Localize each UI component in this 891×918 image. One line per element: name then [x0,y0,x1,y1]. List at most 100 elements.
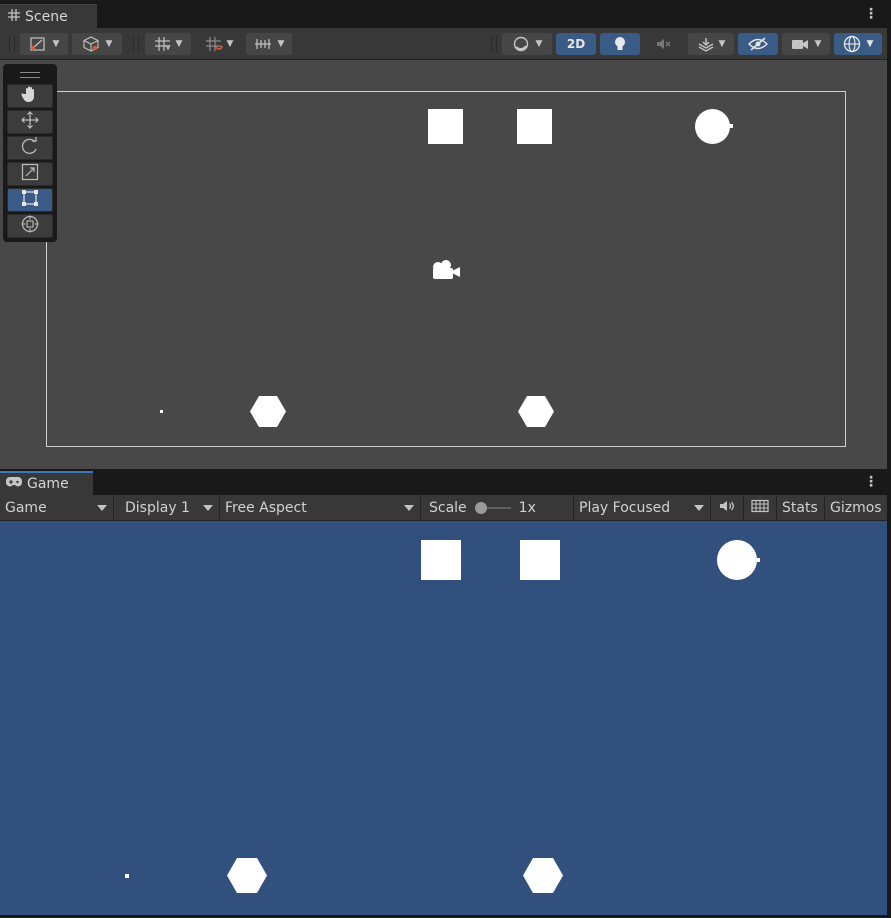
move-tool-button[interactable] [7,110,53,134]
scene-tab-label: Scene [25,8,68,25]
chevron-down-icon [404,505,414,511]
toolbar-drag-handle[interactable] [133,36,139,52]
game-tab-label: Game [27,476,69,492]
shading-sphere-icon [512,36,530,52]
scale-icon [21,163,39,185]
scene-tab[interactable]: Scene [0,4,97,28]
view-mode-value: Game [5,499,47,516]
snap-grid-icon [205,36,223,52]
hexagon-sprite [227,858,267,893]
square-sprite [520,540,560,580]
mute-audio-button[interactable] [711,495,744,520]
chevron-down-icon: ▼ [718,39,726,49]
tool-palette [3,64,57,242]
chevron-down-icon [203,505,213,511]
play-mode-dropdown[interactable]: Play Focused [574,495,711,520]
scene-view[interactable] [0,60,891,469]
gizmos-dropdown[interactable]: ▼ [834,33,882,55]
play-mode-value: Play Focused [579,499,671,516]
scale-tool-button[interactable] [7,162,53,186]
chevron-down-icon [97,505,107,511]
rect-transform-icon [21,189,39,211]
hidden-eye-icon [748,37,768,51]
game-view[interactable] [0,521,887,915]
draw-mode-dropdown[interactable]: ▼ [502,33,552,55]
game-panel-menu-icon[interactable]: ⋮ [864,475,878,489]
cube-icon [82,36,100,52]
stats-label: Stats [782,499,818,516]
chevron-down-icon: ▼ [175,39,183,49]
chevron-down-icon: ▼ [866,39,874,49]
chevron-down-icon [694,505,704,511]
chevron-down-icon: ▼ [105,39,113,49]
hexagon-sprite[interactable] [518,396,554,427]
circle-sprite-marker [755,558,760,562]
panel-edge-scrollbar[interactable] [887,0,891,918]
circle-sprite-marker [729,124,733,128]
chevron-down-icon: ▼ [52,39,60,49]
toolbar-drag-handle[interactable] [491,36,497,52]
transform-tool-button[interactable] [7,214,53,238]
palette-drag-handle[interactable] [20,72,40,78]
shortcuts-button[interactable] [744,495,777,520]
view-mode-dropdown[interactable]: Game [0,495,114,520]
video-camera-icon [791,37,809,51]
grid-visibility-dropdown[interactable]: ▼ [145,33,191,55]
gizmos-label: Gizmos [830,499,882,516]
ruler-icon [254,36,272,52]
rotate-icon [21,137,39,159]
toggle-2d-button[interactable]: 2D [556,33,596,55]
chevron-down-icon: ▼ [277,39,285,49]
circle-sprite [717,540,757,580]
aspect-value: Free Aspect [225,499,307,516]
increment-snapping-dropdown[interactable]: ▼ [246,33,292,55]
scene-toolbar: ▼ ▼ ▼ ▼ ▼ ▼ 2D ▼ ▼ ▼ [0,28,891,60]
game-tab-bar: Game ⋮ [0,469,891,495]
hexagon-sprite[interactable] [250,396,286,427]
square-sprite[interactable] [517,109,552,144]
scale-value: 1x [518,499,536,516]
scene-tab-bar: Scene ⋮ [0,0,891,28]
main-camera-gizmo-icon[interactable] [430,259,462,285]
scene-visibility-toggle[interactable] [738,33,778,55]
gamepad-icon [6,476,22,492]
effects-dropdown[interactable]: ▼ [688,33,734,55]
scale-slider[interactable] [474,501,511,514]
rotate-tool-button[interactable] [7,136,53,160]
hand-icon [21,85,39,107]
square-sprite[interactable] [428,109,463,144]
gizmos-button[interactable]: Gizmos [825,495,887,520]
square-sprite [421,540,461,580]
keyboard-icon [751,499,769,517]
slider-thumb[interactable] [474,501,487,514]
chevron-down-icon: ▼ [814,39,822,49]
move-arrows-icon [21,111,39,133]
gizmo-globe-icon [843,35,861,53]
tool-handle-dropdown[interactable]: ▼ [20,33,68,55]
layers-icon [697,36,715,52]
scene-camera-dropdown[interactable]: ▼ [782,33,830,55]
point-sprite[interactable] [160,410,163,413]
aspect-dropdown[interactable]: Free Aspect [220,495,421,520]
grid-snapping-dropdown[interactable]: ▼ [196,33,242,55]
chevron-down-icon: ▼ [535,39,543,49]
stats-button[interactable]: Stats [777,495,825,520]
lightbulb-icon [613,36,627,52]
local-global-dropdown[interactable]: ▼ [72,33,122,55]
scale-label: Scale [429,499,467,516]
chevron-down-icon: ▼ [226,39,234,49]
toolbar-drag-handle[interactable] [9,36,15,52]
transform-icon [21,215,39,237]
game-tab[interactable]: Game [0,471,93,495]
scale-control: Scale 1x [421,495,574,520]
audio-toggle-button[interactable] [644,33,684,55]
hand-tool-button[interactable] [7,84,53,108]
scene-grid-icon [8,8,20,25]
grid-icon [154,36,172,52]
circle-sprite[interactable] [695,109,730,144]
display-dropdown[interactable]: Display 1 [114,495,220,520]
lighting-toggle-button[interactable] [600,33,640,55]
pivot-icon [29,36,47,52]
scene-panel-menu-icon[interactable]: ⋮ [864,7,878,21]
rect-tool-button[interactable] [7,188,53,212]
